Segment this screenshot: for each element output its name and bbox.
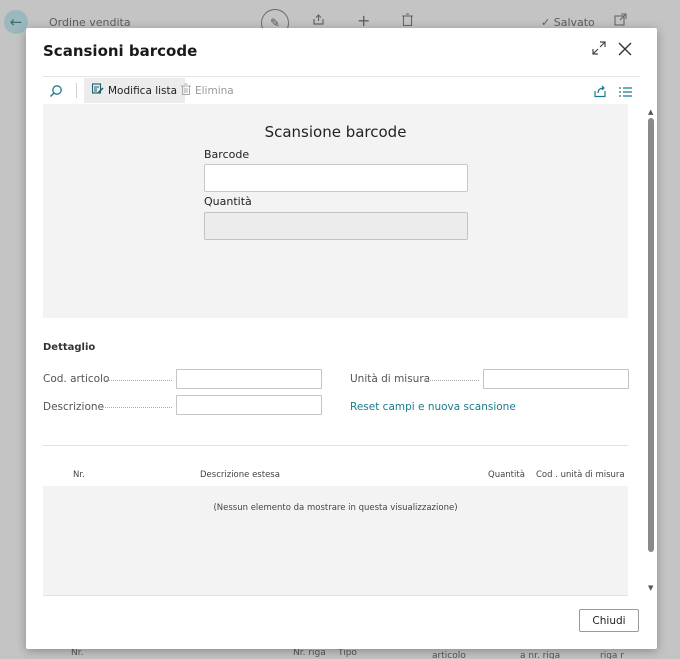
item-code-label: Cod. articolo bbox=[43, 373, 110, 385]
col-header-unit[interactable]: Cod . unità di misura bbox=[536, 470, 625, 480]
bg-col: riga r bbox=[600, 651, 624, 659]
quantity-input bbox=[204, 212, 468, 240]
reset-scan-link[interactable]: Reset campi e nuova scansione bbox=[350, 401, 516, 413]
detail-section-title: Dettaglio bbox=[43, 342, 96, 353]
expand-icon[interactable] bbox=[592, 41, 610, 59]
scroll-up-arrow-icon[interactable]: ▲ bbox=[648, 108, 653, 116]
item-code-input[interactable] bbox=[176, 369, 322, 389]
edit-list-icon bbox=[91, 83, 104, 98]
modify-list-label: Modifica lista bbox=[108, 84, 178, 97]
barcode-scan-dialog: Scansioni barcode Modifica lista Elimina bbox=[26, 28, 657, 649]
share-icon[interactable] bbox=[593, 83, 608, 98]
bg-col: a nr. riga bbox=[520, 651, 561, 659]
col-header-nr[interactable]: Nr. bbox=[73, 470, 85, 480]
bg-col: articolo bbox=[432, 651, 466, 659]
dialog-toolbar: Modifica lista Elimina bbox=[43, 76, 640, 103]
footer-divider bbox=[43, 595, 628, 596]
unit-input[interactable] bbox=[483, 369, 629, 389]
dotted-leader bbox=[106, 380, 172, 381]
back-arrow-icon: ← bbox=[4, 10, 28, 34]
col-header-quantity[interactable]: Quantità bbox=[488, 470, 525, 480]
close-button[interactable]: Chiudi bbox=[579, 609, 639, 632]
description-input[interactable] bbox=[176, 395, 322, 415]
dotted-leader bbox=[101, 407, 172, 408]
scrollbar-thumb[interactable] bbox=[648, 118, 654, 552]
close-icon[interactable] bbox=[618, 41, 636, 59]
scroll-down-arrow-icon[interactable]: ▼ bbox=[648, 584, 653, 592]
bg-col: Nr. riga bbox=[293, 648, 326, 658]
trash-icon bbox=[181, 83, 191, 98]
bg-col: Nr. bbox=[71, 648, 84, 658]
modify-list-button[interactable]: Modifica lista bbox=[84, 78, 186, 103]
delete-label: Elimina bbox=[195, 84, 234, 97]
dialog-title: Scansioni barcode bbox=[43, 42, 198, 60]
barcode-label: Barcode bbox=[204, 148, 250, 161]
section-divider bbox=[43, 445, 628, 446]
description-label: Descrizione bbox=[43, 401, 104, 413]
unit-label: Unità di misura bbox=[350, 373, 431, 385]
search-icon[interactable] bbox=[49, 83, 65, 99]
delete-button[interactable]: Elimina bbox=[181, 78, 234, 103]
list-view-icon[interactable] bbox=[619, 83, 634, 98]
table-body: (Nessun elemento da mostrare in questa v… bbox=[43, 486, 628, 595]
empty-message: (Nessun elemento da mostrare in questa v… bbox=[213, 503, 458, 513]
quantity-label: Quantità bbox=[204, 195, 252, 208]
toolbar-separator bbox=[76, 83, 77, 98]
col-header-description[interactable]: Descrizione estesa bbox=[200, 470, 280, 480]
scan-panel: Scansione barcode Barcode Quantità bbox=[43, 104, 628, 318]
dotted-leader bbox=[424, 380, 479, 381]
scan-title: Scansione barcode bbox=[264, 123, 407, 141]
barcode-input[interactable] bbox=[204, 164, 468, 192]
bg-col: Tipo bbox=[338, 648, 357, 658]
